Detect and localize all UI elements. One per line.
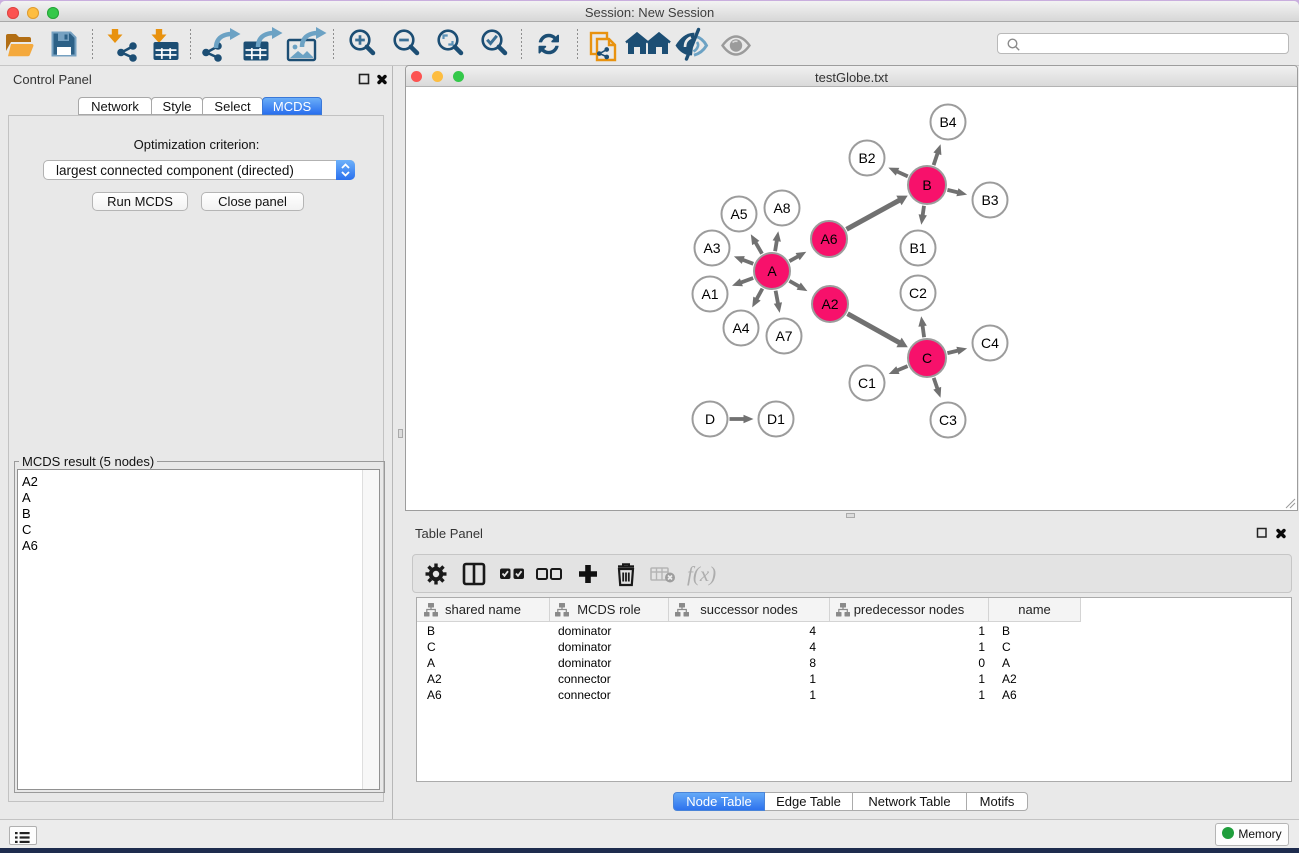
svg-text:A: A	[767, 263, 777, 279]
svg-text:A1: A1	[701, 286, 718, 302]
svg-text:C1: C1	[858, 375, 876, 391]
svg-text:A6: A6	[820, 231, 837, 247]
svg-text:A7: A7	[775, 328, 792, 344]
svg-text:f(x): f(x)	[687, 562, 716, 586]
svg-text:B: B	[922, 177, 931, 193]
svg-text:A2: A2	[821, 296, 838, 312]
svg-text:B4: B4	[939, 114, 956, 130]
svg-text:C: C	[922, 350, 932, 366]
svg-text:D: D	[705, 411, 715, 427]
svg-text:A3: A3	[703, 240, 720, 256]
svg-text:D1: D1	[767, 411, 785, 427]
svg-text:B1: B1	[909, 240, 926, 256]
svg-text:A4: A4	[732, 320, 749, 336]
svg-text:B2: B2	[858, 150, 875, 166]
svg-text:A5: A5	[730, 206, 747, 222]
svg-text:C4: C4	[981, 335, 999, 351]
svg-text:C3: C3	[939, 412, 957, 428]
svg-text:A8: A8	[773, 200, 790, 216]
svg-text:C2: C2	[909, 285, 927, 301]
svg-text:B3: B3	[981, 192, 998, 208]
